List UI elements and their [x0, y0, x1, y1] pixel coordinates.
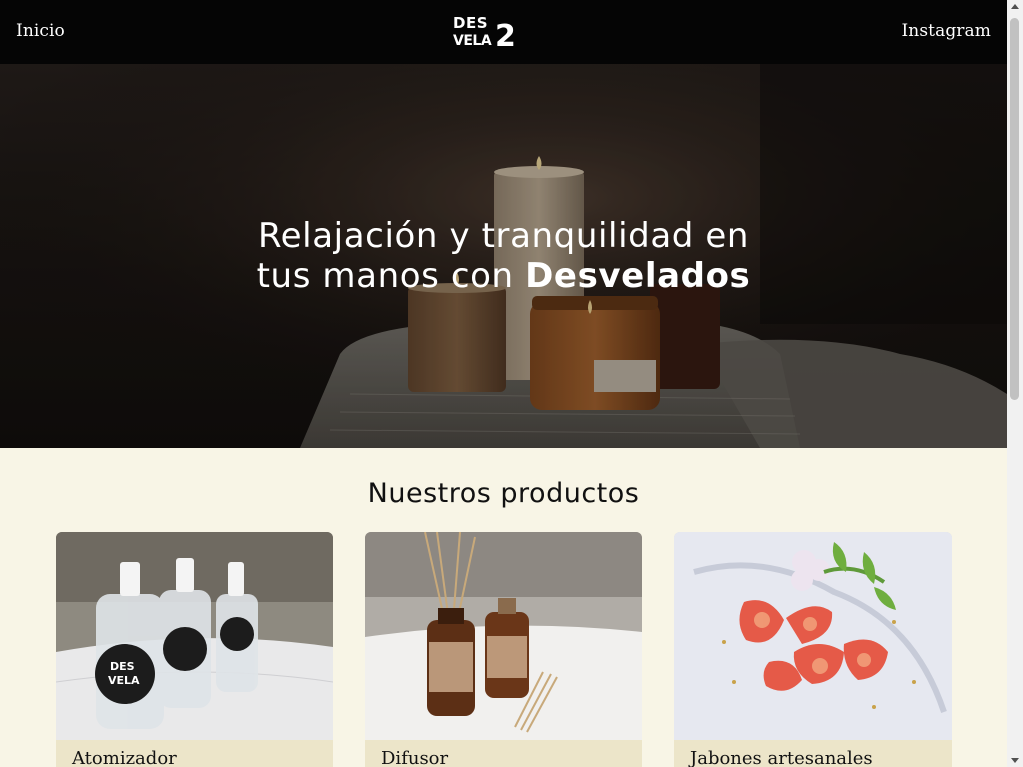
svg-text:DES: DES	[110, 660, 135, 673]
logo-mark: 2	[495, 19, 516, 52]
reed-diffuser-photo	[365, 532, 642, 740]
vertical-scrollbar[interactable]	[1007, 0, 1023, 767]
hero-title-line1: Relajación y tranquilidad en	[257, 216, 750, 256]
product-card-title: Atomizador	[72, 748, 177, 767]
product-card-title: Jabones artesanales	[690, 748, 873, 767]
scroll-up-arrow-icon[interactable]	[1011, 4, 1019, 9]
hero-title-prefix: tus manos con	[256, 256, 526, 296]
logo-text-des: DES	[453, 14, 488, 32]
nav-home-link[interactable]: Inicio	[16, 21, 65, 41]
top-navbar: Inicio DES VELA 2 Instagram	[0, 0, 1007, 64]
page: Inicio DES VELA 2 Instagram Relajación y…	[0, 0, 1007, 767]
nav-instagram-link[interactable]: Instagram	[901, 21, 991, 41]
hero-title: Relajación y tranquilidad en tus manos c…	[0, 216, 1007, 296]
product-card-title: Difusor	[381, 748, 449, 767]
scrollbar-thumb[interactable]	[1010, 18, 1019, 400]
products-heading: Nuestros productos	[367, 478, 640, 509]
logo-text-vela: VELA	[453, 33, 492, 49]
hero-title-line2: tus manos con Desvelados	[0, 256, 1007, 296]
product-card-difusor[interactable]: Difusor	[365, 532, 642, 767]
svg-text:VELA: VELA	[108, 674, 140, 687]
product-card-atomizador[interactable]: DES VELA Atomizador	[56, 532, 333, 767]
spray-bottles-photo: DES VELA	[56, 532, 333, 740]
hero-banner: Relajación y tranquilidad en tus manos c…	[0, 64, 1007, 448]
scroll-down-arrow-icon[interactable]	[1011, 758, 1019, 763]
hero-brand-name: Desvelados	[525, 256, 751, 296]
desvelaz-logo: DES VELA 2	[453, 14, 516, 52]
artisan-soaps-photo	[674, 532, 952, 740]
product-card-jabones[interactable]: Jabones artesanales	[674, 532, 952, 767]
